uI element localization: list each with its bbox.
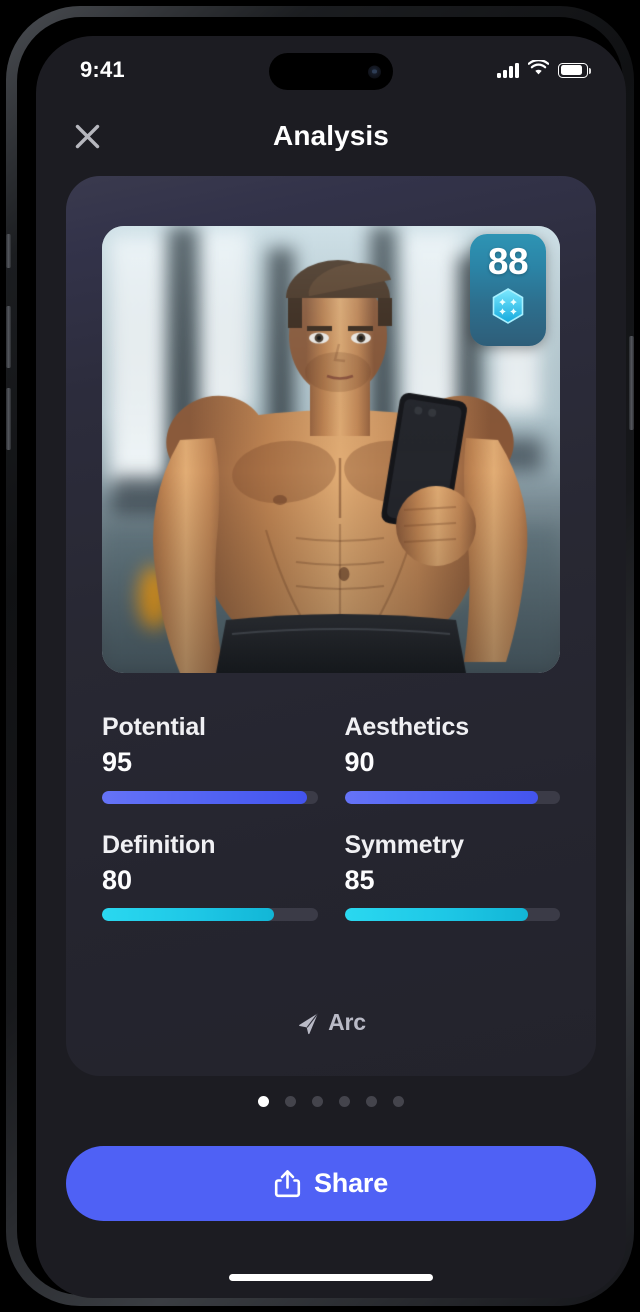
share-label: Share	[313, 1168, 389, 1198]
home-indicator[interactable]	[229, 1274, 433, 1281]
dynamic-island	[269, 53, 393, 90]
metrics-grid: Potential 95 Aesthetics 90 Definition 80…	[102, 713, 560, 922]
page-dot[interactable]	[285, 1096, 296, 1107]
brand-name: Arc	[328, 1009, 366, 1035]
close-icon	[75, 124, 99, 148]
score-value: 88	[487, 241, 529, 282]
phone-screen: 9:41 Analysis 88 Potential 95 Aesthetics…	[36, 36, 626, 1298]
volume-up-button[interactable]	[6, 306, 11, 368]
page-dot[interactable]	[312, 1096, 323, 1107]
metric-progress-track	[102, 908, 318, 922]
navigation-bar: Analysis	[36, 100, 626, 172]
metric-progress-fill	[344, 790, 539, 804]
page-dot[interactable]	[393, 1096, 404, 1107]
status-indicators	[497, 58, 591, 81]
page-title: Analysis	[273, 120, 389, 151]
metric-progress-track	[102, 790, 318, 804]
arc-arrow-logo-icon	[299, 1012, 319, 1035]
battery-icon	[558, 62, 591, 78]
analysis-photo[interactable]: 88	[102, 226, 560, 673]
metric-item-potential: Potential 95	[102, 713, 318, 804]
wifi-icon	[527, 58, 550, 81]
metric-progress-fill	[102, 790, 307, 804]
score-badge: 88	[470, 234, 546, 346]
silent-switch[interactable]	[6, 234, 11, 268]
signal-bars-icon	[497, 62, 519, 78]
share-button[interactable]: Share	[66, 1146, 596, 1221]
metric-progress-fill	[344, 908, 528, 922]
close-button[interactable]	[65, 114, 109, 158]
volume-down-button[interactable]	[6, 388, 11, 450]
analysis-card: 88 Potential 95 Aesthetics 90 Definition…	[66, 176, 596, 1076]
pagination-dots[interactable]	[36, 1096, 626, 1107]
power-button[interactable]	[629, 336, 634, 430]
metric-item-aesthetics: Aesthetics 90	[344, 713, 560, 804]
brand-watermark: Arc	[66, 1009, 596, 1036]
metric-value: 80	[102, 864, 133, 895]
metric-item-symmetry: Symmetry 85	[344, 830, 560, 922]
front-camera-icon	[368, 65, 381, 78]
metric-value: 85	[344, 864, 375, 895]
status-time: 9:41	[80, 57, 125, 82]
metric-item-definition: Definition 80	[102, 831, 318, 922]
metric-label: Symmetry	[344, 830, 465, 859]
gem-hexagon-icon	[492, 288, 524, 324]
metric-progress-track	[344, 908, 560, 922]
metric-progress-track	[344, 790, 560, 804]
metric-label: Potential	[102, 713, 206, 741]
metric-label: Definition	[102, 830, 216, 859]
phone-bezel: 9:41 Analysis 88 Potential 95 Aesthetics…	[17, 17, 626, 1298]
page-dot[interactable]	[366, 1096, 377, 1107]
metric-progress-fill	[102, 908, 275, 922]
metric-label: Aesthetics	[344, 713, 470, 741]
share-upload-icon	[274, 1170, 301, 1198]
page-dot[interactable]	[339, 1096, 350, 1107]
metric-value: 90	[344, 747, 375, 777]
metric-value: 95	[102, 747, 133, 777]
phone-frame: 9:41 Analysis 88 Potential 95 Aesthetics…	[6, 6, 634, 1306]
page-dot[interactable]	[258, 1096, 269, 1107]
